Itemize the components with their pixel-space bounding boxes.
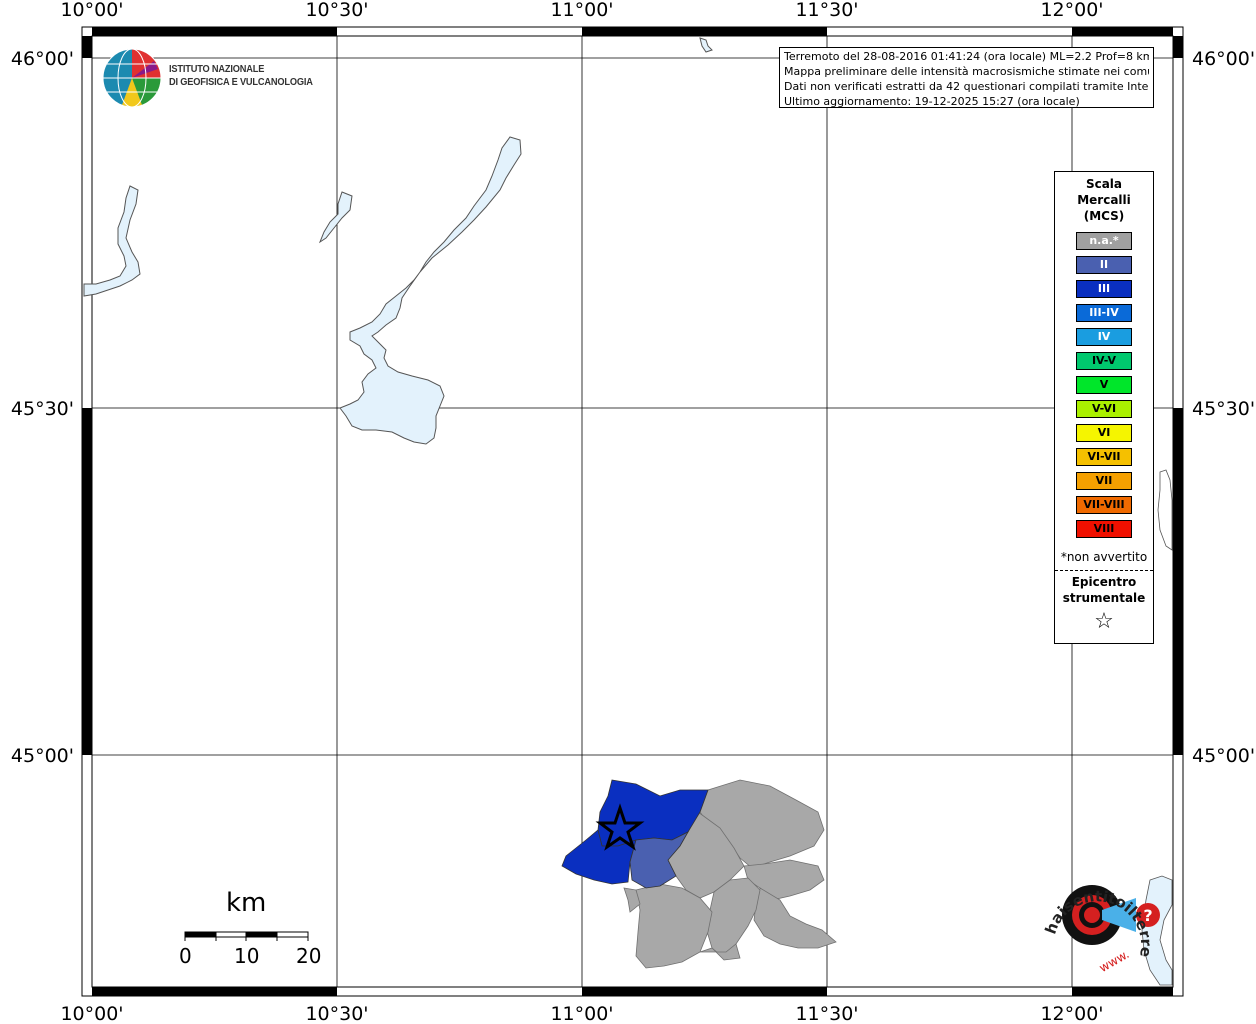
scale-bar [184, 931, 309, 941]
legend-item: VI-VII [1076, 448, 1132, 466]
legend-title-line: (MCS) [1083, 209, 1125, 223]
logo-line-2: DI GEOFISICA E VULCANOLOGIA [169, 76, 313, 88]
star-icon: ☆ [1094, 609, 1114, 634]
lat-label-right: 45°30' [1192, 398, 1255, 420]
legend-epicenter-line: strumentale [1062, 591, 1146, 605]
lat-label-left: 45°30' [11, 398, 74, 420]
globe-icon [102, 48, 162, 108]
lon-label-bottom: 10°00' [60, 1003, 123, 1024]
info-line-1: Terremoto del 28-08-2016 01:41:24 (ora l… [784, 50, 1149, 63]
lon-label-top: 11°30' [795, 0, 858, 21]
info-line-4: Ultimo aggiornamento: 19-12-2025 15:27 (… [784, 95, 1080, 108]
mcs-legend: Scala Mercalli (MCS) n.a.* II III III-IV IV I… [1054, 171, 1154, 644]
legend-item: V-VI [1076, 400, 1132, 418]
legend-title: Scala Mercalli (MCS) [1055, 176, 1153, 224]
lon-label-top: 10°00' [60, 0, 123, 21]
small-lake [699, 37, 713, 53]
info-line-3: Dati non verificati estratti da 42 quest… [784, 80, 1149, 93]
legend-title-line: Mercalli [1077, 193, 1131, 207]
scalebar-label: 20 [296, 944, 322, 968]
scalebar-label: 10 [234, 944, 260, 968]
legend-epicenter-line: Epicentro [1071, 575, 1137, 589]
scalebar-label: 0 [179, 944, 192, 968]
legend-item: III [1076, 280, 1132, 298]
brand-text: haisentitoilterremoto.it [0, 0, 1155, 958]
lon-label-bottom: 11°00' [550, 1003, 613, 1024]
legend-separator [1055, 570, 1153, 571]
legend-item: V [1076, 376, 1132, 394]
lon-label-top: 12°00' [1040, 0, 1103, 21]
legend-item: VII-VIII [1076, 496, 1132, 514]
legend-item: IV-V [1076, 352, 1132, 370]
lat-label-right: 46°00' [1192, 48, 1255, 70]
haisentito-logo: ? haisentitoilterremoto.it www. [0, 0, 1160, 975]
lon-label-top: 11°00' [550, 0, 613, 21]
info-line-2: Mappa preliminare delle intensità macros… [784, 65, 1149, 78]
scalebar-unit: km [226, 888, 267, 918]
legend-item: II [1076, 256, 1132, 274]
ingv-logo: ISTITUTO NAZIONALE DI GEOFISICA E VULCAN… [102, 47, 362, 109]
logo-line-1: ISTITUTO NAZIONALE [169, 63, 265, 75]
legend-item: VI [1076, 424, 1132, 442]
lat-label-left: 46°00' [11, 48, 74, 70]
legend-item: n.a.* [1076, 232, 1132, 250]
lon-label-bottom: 10°30' [305, 1003, 368, 1024]
lon-label-bottom: 11°30' [795, 1003, 858, 1024]
legend-item: VII [1076, 472, 1132, 490]
brand-prefix: www. [1097, 947, 1132, 975]
lat-label-left: 45°00' [11, 745, 74, 767]
lat-label-right: 45°00' [1192, 745, 1255, 767]
lake-garda [339, 136, 522, 445]
legend-item: IV [1076, 328, 1132, 346]
lon-label-bottom: 12°00' [1040, 1003, 1103, 1024]
legend-item: III-IV [1076, 304, 1132, 322]
legend-epicenter-label: Epicentro strumentale [1055, 574, 1153, 606]
legend-items: n.a.* II III III-IV IV IV-V V V-VI VI VI-VII VII VI… [1055, 232, 1153, 538]
lon-label-top: 10°30' [305, 0, 368, 21]
legend-title-line: Scala [1085, 177, 1123, 191]
lake-idro [318, 191, 353, 244]
legend-item: VIII [1076, 520, 1132, 538]
legend-note: *non avvertito [1060, 550, 1148, 564]
event-info-box: Terremoto del 28-08-2016 01:41:24 (ora l… [779, 47, 1154, 108]
lagoon-fragment [1157, 469, 1173, 551]
